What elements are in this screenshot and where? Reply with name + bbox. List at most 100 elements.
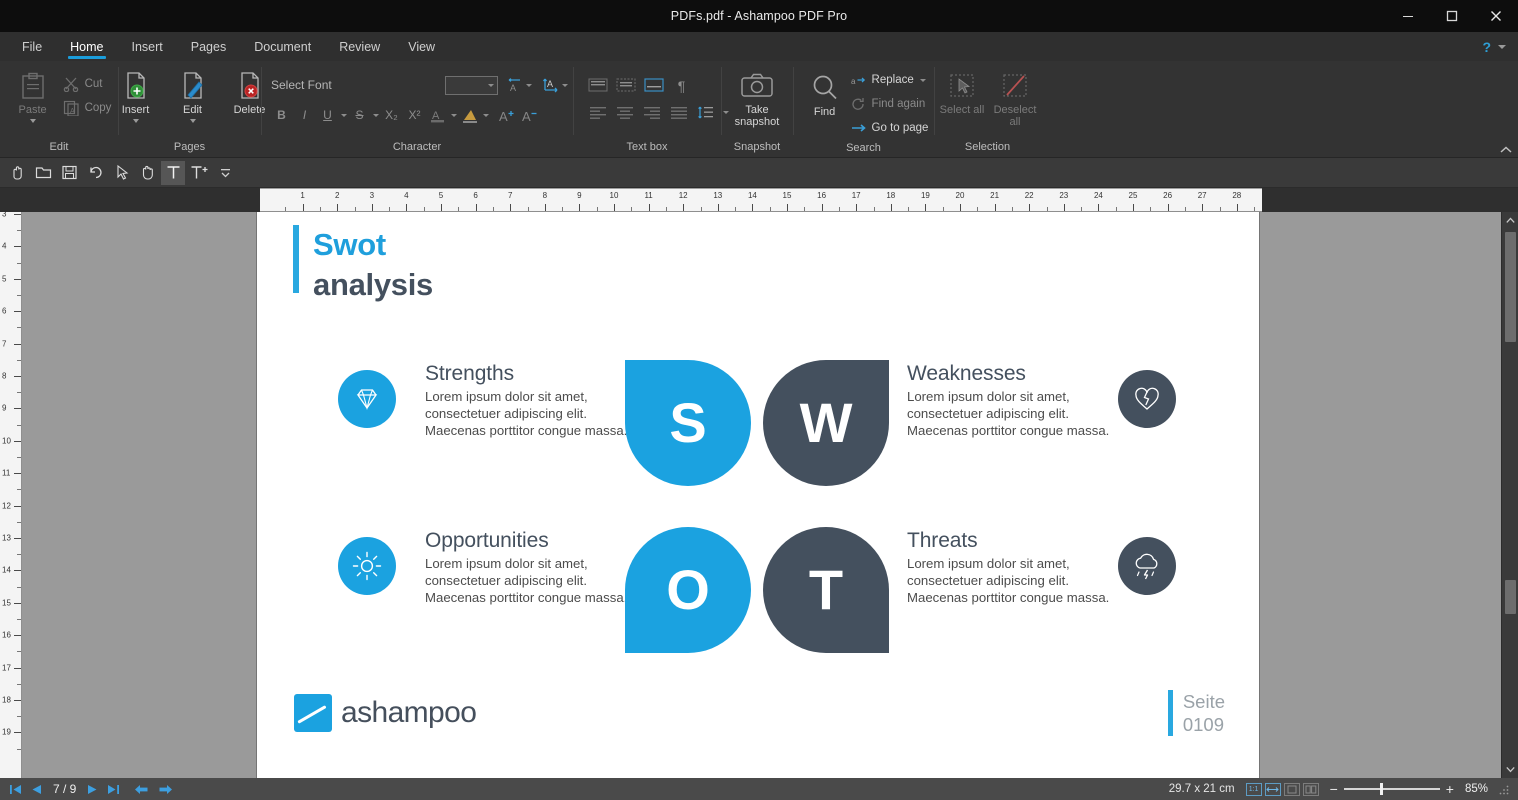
font-color-chevron-down-icon[interactable] — [451, 114, 457, 117]
underline-chevron-down-icon[interactable] — [341, 114, 347, 117]
pdf-page[interactable]: Swot analysis — [257, 212, 1259, 778]
resize-grip-icon[interactable] — [1499, 784, 1510, 795]
last-page-icon[interactable] — [107, 784, 120, 795]
bold-button[interactable]: B — [271, 105, 292, 126]
zoom-out-button[interactable]: − — [1330, 781, 1338, 797]
footer-logo: ashampoo — [294, 694, 476, 732]
ruler-tick-major — [510, 204, 511, 211]
tab-view[interactable]: View — [394, 32, 449, 61]
minimize-button[interactable] — [1386, 0, 1430, 32]
line-spacing-button[interactable]: A — [504, 75, 525, 96]
text-tool-icon[interactable] — [161, 161, 185, 185]
page-indicator[interactable]: 7 / 9 — [51, 782, 78, 796]
insert-chevron-down-icon[interactable] — [133, 119, 139, 123]
find-button[interactable]: Find — [801, 67, 849, 118]
add-text-icon[interactable] — [187, 161, 211, 185]
insert-page-button[interactable]: Insert — [110, 67, 162, 123]
paste-chevron-down-icon[interactable] — [30, 119, 36, 123]
document-canvas[interactable]: Swot analysis — [22, 212, 1501, 778]
save-disk-icon[interactable] — [57, 161, 81, 185]
font-color-button[interactable]: A — [427, 105, 448, 126]
text-direction-button[interactable]: A — [540, 75, 561, 96]
align-middle-button[interactable] — [615, 76, 637, 97]
previous-page-icon[interactable] — [31, 784, 42, 795]
highlight-chevron-down-icon[interactable] — [483, 114, 489, 117]
highlight-button[interactable] — [459, 105, 480, 126]
zoom-fit-width-button[interactable] — [1265, 783, 1281, 796]
zoom-slider-track[interactable] — [1344, 788, 1440, 790]
arrow-cursor-icon[interactable] — [109, 161, 133, 185]
footer-page-number: Seite 0109 — [1168, 690, 1225, 736]
vertical-ruler[interactable]: 345678910111213141516171819 — [0, 212, 22, 778]
font-size-chevron-down-icon[interactable] — [488, 84, 494, 87]
shrink-font-button[interactable]: A — [519, 105, 540, 126]
superscript-button[interactable]: X² — [404, 105, 425, 126]
collapse-ribbon-button[interactable] — [1500, 146, 1512, 154]
line-spacing-chevron-down-icon[interactable] — [526, 84, 532, 87]
paragraph-spacing-button[interactable] — [695, 102, 716, 123]
scroll-thumb-secondary[interactable] — [1505, 580, 1516, 614]
open-folder-icon[interactable] — [31, 161, 55, 185]
close-button[interactable] — [1474, 0, 1518, 32]
italic-button[interactable]: I — [294, 105, 315, 126]
zoom-in-button[interactable]: + — [1446, 781, 1454, 797]
ruler-tick-major — [1029, 204, 1030, 211]
align-justify-button[interactable] — [668, 102, 689, 123]
edit-page-button[interactable]: Edit — [167, 67, 219, 123]
tab-insert[interactable]: Insert — [118, 32, 177, 61]
align-bottom-button[interactable] — [643, 76, 665, 97]
subscript-button[interactable]: X₂ — [381, 105, 402, 126]
hand-select-icon[interactable] — [5, 161, 29, 185]
find-again-button[interactable]: Find again — [851, 93, 929, 115]
paragraph-marks-button[interactable]: ¶ — [671, 76, 692, 97]
text-direction-chevron-down-icon[interactable] — [562, 84, 568, 87]
horizontal-ruler[interactable]: 1234567891011121314151617181920212223242… — [260, 188, 1262, 212]
ruler-tick-minor — [17, 425, 21, 426]
tab-document[interactable]: Document — [240, 32, 325, 61]
threats-title: Threats — [907, 528, 1122, 553]
align-left-button[interactable] — [587, 102, 608, 123]
tab-pages[interactable]: Pages — [177, 32, 240, 61]
deselect-all-button[interactable]: Deselect all — [990, 67, 1040, 128]
help-chevron-down-icon[interactable] — [1498, 45, 1506, 49]
pan-hand-icon[interactable] — [135, 161, 159, 185]
back-view-icon[interactable] — [134, 784, 149, 795]
zoom-value-label[interactable]: 85% — [1465, 783, 1488, 795]
more-options-icon[interactable] — [213, 161, 237, 185]
zoom-slider-thumb[interactable] — [1380, 783, 1383, 795]
scroll-thumb[interactable] — [1505, 232, 1516, 342]
zoom-actual-size-button[interactable]: 1:1 — [1246, 783, 1262, 796]
vertical-scrollbar[interactable] — [1501, 212, 1518, 778]
underline-button[interactable]: U — [317, 105, 338, 126]
tab-review[interactable]: Review — [325, 32, 394, 61]
go-to-page-button[interactable]: Go to page — [851, 117, 929, 139]
undo-icon[interactable] — [83, 161, 107, 185]
font-size-input[interactable] — [445, 76, 498, 95]
zoom-fit-page-button[interactable] — [1284, 783, 1300, 796]
replace-chevron-down-icon[interactable] — [920, 79, 926, 82]
select-all-button[interactable]: Select all — [937, 67, 987, 116]
forward-view-icon[interactable] — [158, 784, 173, 795]
scroll-up-arrow-icon[interactable] — [1502, 212, 1518, 229]
edit-chevron-down-icon[interactable] — [190, 119, 196, 123]
zoom-slider-control[interactable]: − + — [1330, 781, 1454, 797]
next-page-icon[interactable] — [87, 784, 98, 795]
strikethrough-button[interactable]: S — [349, 105, 370, 126]
help-icon[interactable]: ? — [1482, 39, 1491, 55]
scroll-down-arrow-icon[interactable] — [1502, 761, 1518, 778]
strikethrough-chevron-down-icon[interactable] — [373, 114, 379, 117]
grow-font-button[interactable]: A — [496, 105, 517, 126]
take-snapshot-button[interactable]: Take snapshot — [725, 67, 789, 128]
opportunities-body: Lorem ipsum dolor sit amet, consectetuer… — [425, 555, 640, 606]
tab-home[interactable]: Home — [56, 32, 117, 61]
align-center-button[interactable] — [614, 102, 635, 123]
paste-button[interactable]: Paste — [7, 67, 59, 123]
first-page-icon[interactable] — [9, 784, 22, 795]
ruler-tick-minor — [17, 457, 21, 458]
maximize-button[interactable] — [1430, 0, 1474, 32]
replace-button[interactable]: a Replace — [851, 69, 929, 91]
align-top-button[interactable] — [587, 76, 609, 97]
zoom-two-page-button[interactable] — [1303, 783, 1319, 796]
align-right-button[interactable] — [641, 102, 662, 123]
tab-file[interactable]: File — [8, 32, 56, 61]
